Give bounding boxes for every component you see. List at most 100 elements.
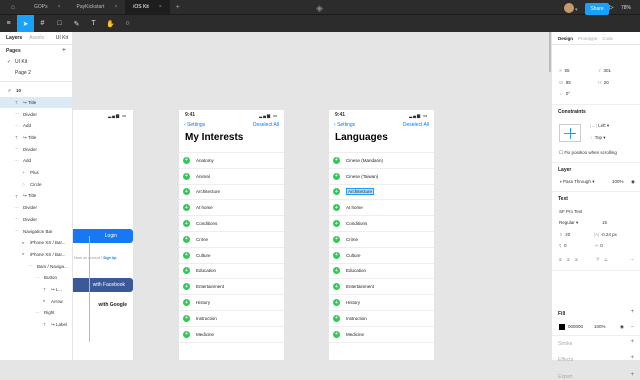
paragraph-spacing-field[interactable]: ¶ 0 — [559, 243, 566, 248]
add-circle-icon[interactable]: + — [333, 251, 340, 259]
frame-languages[interactable]: 9:41 ▂▄▆ ▭ ‹ Settings Deselect All Languag… — [329, 110, 434, 360]
list-item[interactable]: + Education — [329, 264, 434, 280]
tab-code[interactable]: Code — [602, 36, 613, 41]
google-button[interactable]: with Google — [73, 298, 133, 312]
add-circle-icon[interactable]: + — [183, 267, 190, 275]
align-right-icon[interactable]: ≡ — [575, 257, 578, 262]
layer-item[interactable]: + Plus — [0, 167, 72, 179]
rotation-field[interactable]: ∟ 0° — [559, 91, 570, 96]
layer-item[interactable]: T ↪ L... — [0, 284, 72, 296]
list-item[interactable]: + Culture — [329, 248, 434, 264]
add-page-icon[interactable]: + — [62, 47, 66, 54]
login-button[interactable]: Login — [73, 229, 133, 243]
align-left-icon[interactable]: ≡ — [559, 257, 562, 262]
list-item[interactable]: + At home — [329, 200, 434, 217]
list-item[interactable]: + Education — [179, 264, 284, 280]
list-item[interactable]: + Cinese (Taiwan) — [329, 169, 434, 185]
add-export-icon[interactable]: + — [630, 372, 634, 378]
list-item[interactable]: + Conditions — [329, 216, 434, 232]
list-item[interactable]: + Medicine — [179, 327, 284, 343]
eye-icon[interactable]: ◉ — [631, 179, 635, 185]
font-weight-select[interactable]: Regular ▾ — [559, 220, 578, 226]
add-circle-icon[interactable]: + — [333, 188, 340, 196]
deselect-all-button[interactable]: Deselect All — [253, 122, 279, 128]
tab-paykickstart[interactable]: PayKickstart × — [69, 0, 126, 14]
font-size-field[interactable]: 15 — [602, 220, 607, 225]
home-icon[interactable]: ⌂ — [0, 4, 26, 11]
layer-item[interactable]: T ↪ Title — [0, 132, 72, 144]
facebook-button[interactable]: with Facebook — [73, 278, 133, 292]
add-circle-icon[interactable]: + — [333, 283, 340, 291]
add-circle-icon[interactable]: + — [333, 204, 340, 212]
list-item[interactable]: + Conditions — [179, 216, 284, 232]
add-effect-icon[interactable]: + — [630, 355, 634, 361]
shape-tool-icon[interactable]: □ — [51, 15, 68, 33]
tab-layers[interactable]: Layers — [6, 35, 22, 41]
add-fill-icon[interactable]: + — [630, 309, 634, 315]
add-circle-icon[interactable]: + — [183, 251, 190, 259]
eye-icon[interactable]: ◉ — [620, 324, 624, 330]
horizontal-constraint-select[interactable]: |↔| Left ▾ — [590, 123, 609, 129]
close-icon[interactable]: × — [159, 4, 162, 10]
layer-item[interactable]: ⋯ Right — [0, 307, 72, 319]
add-circle-icon[interactable]: + — [183, 220, 190, 228]
layer-item[interactable]: T ↪ Title — [0, 96, 72, 109]
layer-item[interactable]: ⋯ Add — [0, 120, 72, 132]
list-item[interactable]: + Instruction — [329, 311, 434, 327]
y-field[interactable]: Y 301 — [598, 68, 611, 73]
add-circle-icon[interactable]: + — [333, 220, 340, 228]
list-item[interactable]: + Cinese (Mandarin) — [329, 153, 434, 169]
text-tool-icon[interactable]: T — [85, 15, 102, 33]
add-circle-icon[interactable]: + — [183, 330, 190, 338]
close-icon[interactable]: × — [58, 4, 61, 10]
layer-item[interactable]: ⋯ Divider — [0, 108, 72, 120]
add-circle-icon[interactable]: + — [333, 156, 340, 164]
component-icon[interactable]: ◈ — [316, 3, 323, 14]
layer-item[interactable]: ▸ iPhone XS / Bar... — [0, 249, 72, 261]
add-stroke-icon[interactable]: + — [630, 339, 634, 345]
tab-ios-kit[interactable]: iOS Kit × — [125, 0, 170, 14]
align-top-icon[interactable]: ⊤ — [596, 257, 600, 263]
tab-assets[interactable]: Assets — [29, 35, 44, 41]
canvas[interactable]: ▂▄▆ ▭ Login Have an account? Sign Up wit… — [73, 32, 551, 360]
remove-icon[interactable]: − — [631, 324, 634, 329]
add-circle-icon[interactable]: + — [183, 204, 190, 212]
list-item[interactable]: + Anatomy — [179, 153, 284, 169]
list-item[interactable]: + At home — [179, 200, 284, 217]
add-circle-icon[interactable]: + — [183, 172, 190, 180]
tab-design[interactable]: Design — [558, 36, 573, 41]
vertical-constraint-select[interactable]: ↕ Top ▾ — [590, 135, 606, 141]
line-height-field[interactable]: ⇕ 20 — [559, 232, 570, 238]
layer-item[interactable]: ▸ iPhone XS / Bar... — [0, 237, 72, 249]
list-item[interactable]: + Architecture — [179, 185, 284, 201]
add-circle-icon[interactable]: + — [183, 314, 190, 322]
page-selector[interactable]: UI Kit — [56, 35, 68, 41]
page-item-ui-kit[interactable]: ✓ UI Kit — [0, 56, 72, 67]
menu-icon[interactable]: ≡ — [0, 15, 17, 33]
list-item[interactable]: + Entertainment — [329, 279, 434, 296]
add-circle-icon[interactable]: + — [333, 172, 340, 180]
layer-item[interactable]: ○ Circle — [0, 179, 72, 191]
list-item[interactable]: + Instruction — [179, 311, 284, 327]
align-center-icon[interactable]: ≡ — [567, 257, 570, 262]
zoom-level[interactable]: 78% — [621, 5, 631, 11]
layer-opacity-field[interactable]: 100% — [612, 179, 624, 184]
layer-item[interactable]: ▸ Arrow — [0, 295, 72, 307]
fill-hex-field[interactable]: 000000 — [568, 324, 583, 329]
close-icon[interactable]: × — [114, 4, 117, 10]
list-item[interactable]: + Medicine — [329, 327, 434, 343]
layer-item[interactable]: ⋯ Navigation Bar — [0, 225, 72, 237]
new-tab-icon[interactable]: + — [170, 4, 186, 11]
move-tool-icon[interactable]: ➤ — [17, 14, 34, 33]
list-item[interactable]: + Crime — [179, 232, 284, 248]
layer-item[interactable]: ⋯ Divider — [0, 143, 72, 155]
list-item[interactable]: + Crime — [329, 232, 434, 248]
tab-gops[interactable]: GOPs × — [26, 0, 69, 14]
pen-tool-icon[interactable]: ✎ — [68, 15, 85, 33]
constraints-widget[interactable] — [559, 124, 581, 142]
layer-item[interactable]: ⋯ Button — [0, 272, 72, 284]
add-circle-icon[interactable]: + — [333, 330, 340, 338]
fill-opacity-field[interactable]: 100% — [594, 324, 606, 329]
layer-item[interactable]: T ↪ Label — [0, 319, 72, 331]
blend-mode-select[interactable]: ◑ Pass Through ▾ — [559, 179, 594, 185]
